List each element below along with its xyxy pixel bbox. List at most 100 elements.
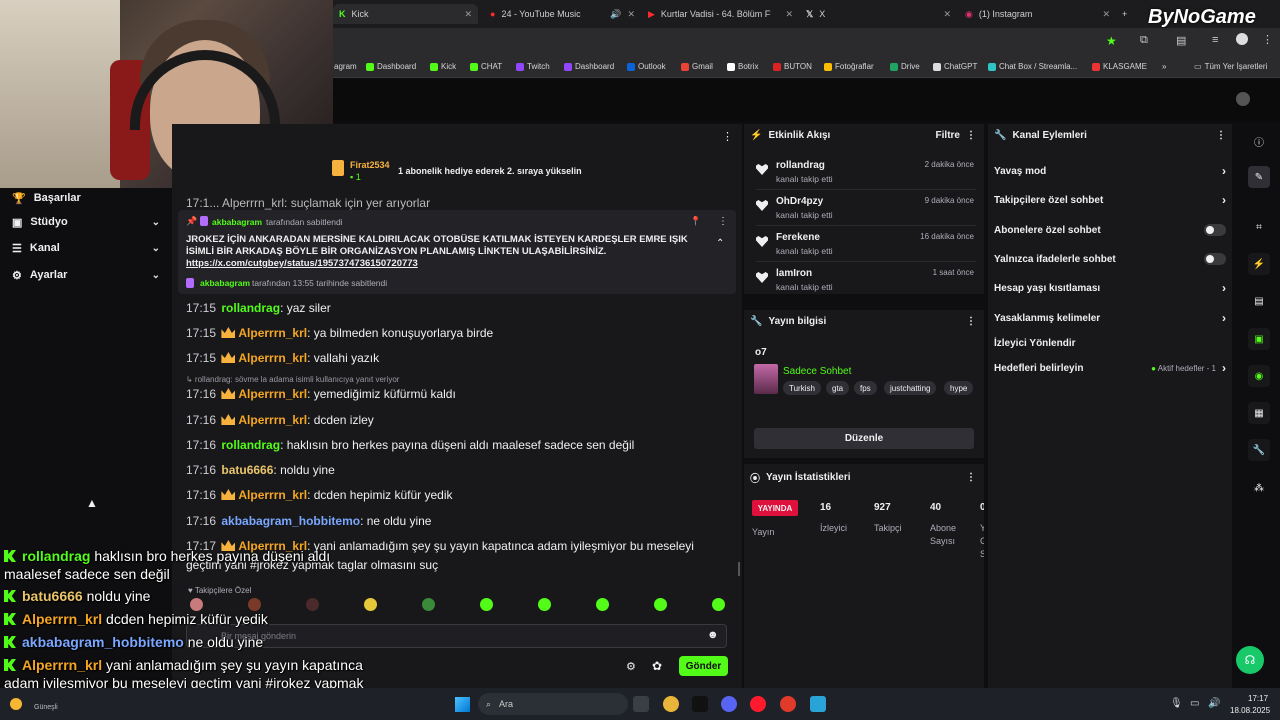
taskbar-search[interactable]: ⌕ Ara [478,693,628,715]
bookmark-item[interactable]: Twitch [516,62,550,71]
opera-icon[interactable] [750,696,766,712]
tab-youtube-music[interactable]: ● 24 - YouTube Music 🔊 ✕ [490,4,635,24]
chat-message[interactable]: 17:16 Alperrrn_krl: yemediğimiz küfürmü … [186,387,731,401]
capcut-icon[interactable] [692,696,708,712]
chat-username[interactable]: Alperrrn_krl [238,351,307,365]
windows-start-icon[interactable] [455,697,470,712]
tab-kick[interactable]: K Kick ✕ [333,4,478,24]
emoji-icon[interactable]: ☻ [707,629,719,641]
more-icon[interactable]: ⋮ [966,130,976,141]
activity-item[interactable]: rollandrag kanalı takip etti 2 dakika önce [756,158,976,190]
bookmark-item[interactable]: Dashboard [564,62,614,71]
chat-message[interactable]: 17:16 Alperrrn_krl: dcden izley [186,413,731,427]
chrome-icon[interactable] [663,696,679,712]
set-goals-action[interactable]: Hedefleri belirleyin ● Aktif hedefler - … [994,359,1226,377]
gift-cta[interactable]: 1 abonelik hediye ederek 2. sıraya yükse… [398,166,582,176]
chat-scrollbar[interactable] [738,562,740,576]
chat-message[interactable]: 17:16 Alperrrn_krl: dcden hepimiz küfür … [186,488,731,502]
all-bookmarks[interactable]: ▭ Tüm Yer İşaretleri [1194,62,1267,71]
app-icon[interactable] [810,696,826,712]
chat-username[interactable]: Alperrrn_krl [238,413,307,427]
emote-icon[interactable] [480,598,493,611]
bookmark-item[interactable]: BUTON [773,62,812,71]
tab-kurtlar-vadisi[interactable]: ▶ Kurtlar Vadisi - 64. Bölüm FULL ✕ [648,4,793,24]
slow-mode-action[interactable]: Yavaş mod › [994,162,1226,180]
chat-message[interactable]: 17:15 Alperrrn_krl: vallahi yazık [186,351,731,365]
user-avatar[interactable] [1236,92,1250,106]
bookmark-item[interactable]: Chat Box / Streamla... [988,62,1077,71]
chat-message[interactable]: 17:16 rollandrag: haklısın bro herkes pa… [186,438,731,452]
close-icon[interactable]: ✕ [627,9,635,20]
bookmark-item[interactable]: agram [334,62,357,71]
menu-icon[interactable]: ≡ [1212,34,1218,46]
tab-x[interactable]: 𝕏 X ✕ [806,4,951,24]
chat-message[interactable]: 17:15 Alperrrn_krl: ya bilmeden konuşuyo… [186,326,731,340]
bookmark-item[interactable]: Kick [430,62,456,71]
star-icon[interactable]: ★ [1106,34,1117,48]
raid-action[interactable]: İzleyici Yönlendir [994,334,1226,352]
close-icon[interactable]: ✕ [785,9,793,20]
banned-words-action[interactable]: Yasaklanmış kelimeler › [994,309,1226,327]
emote-icon[interactable] [596,598,609,611]
chat-username[interactable]: rollandrag [221,438,280,452]
unpin-icon[interactable]: 📍 [690,216,701,227]
sidebar-item-achievements[interactable]: 🏆 Başarılar [12,188,160,208]
more-icon[interactable]: ⋮ [1216,130,1226,141]
activity-item[interactable]: lamIron kanalı takip etti 1 saat önce [756,266,976,298]
bookmark-item[interactable]: Dashboard [366,62,416,71]
more-icon[interactable]: ⋮ [1262,33,1273,46]
speaker-icon[interactable]: 🔊 [610,9,621,20]
storage-icon[interactable]: ▦ [1248,402,1270,424]
emote-only-toggle[interactable] [1204,253,1226,265]
bookmark-item[interactable]: ChatGPT [933,62,977,71]
pinned-link[interactable]: https://x.com/cutgbey/status/19573747361… [186,258,418,269]
volume-icon[interactable]: 🔊 [1208,698,1220,709]
bookmark-item[interactable]: Drive [890,62,920,71]
activity-item[interactable]: Ferekene kanalı takip etti 16 dakika önce [756,230,976,262]
bolt-icon[interactable]: ⚡ [1248,253,1270,275]
bookmarks-overflow[interactable]: » [1162,62,1166,71]
edit-button[interactable]: Düzenle [754,428,974,449]
app-icon[interactable] [780,696,796,712]
sidebar-item-studio[interactable]: ▣ Stüdyo ⌄ [12,212,160,232]
emote-icon[interactable] [538,598,551,611]
bookmark-item[interactable]: Botrix [727,62,758,71]
clock-date[interactable]: 18.08.2025 [1230,706,1270,715]
discord-icon[interactable] [721,696,737,712]
tab-instagram[interactable]: ◉ (1) Instagram ✕ [965,4,1110,24]
close-icon[interactable]: ✕ [1102,9,1110,20]
chat-username[interactable]: akbabagram_hobbitemo [221,514,360,528]
send-button[interactable]: Gönder [679,656,728,676]
more-icon[interactable]: ⋮ [966,316,976,327]
info-icon[interactable]: ⓘ [1248,130,1270,152]
document-icon[interactable]: ▤ [1248,290,1270,312]
sidebar-item-settings[interactable]: ⚙ Ayarlar ⌄ [12,265,160,285]
bookmark-item[interactable]: CHAT [470,62,502,71]
bookmark-item[interactable]: Gmail [681,62,713,71]
stream-category[interactable]: Sadece Sohbet [783,366,851,377]
emote-picker-icon[interactable]: ✿ [652,659,662,673]
subscribers-only-action[interactable]: Abonelere özel sohbet [994,221,1226,239]
emote-only-action[interactable]: Yalnızca ifadelerle sohbet [994,250,1226,268]
chat-username[interactable]: batu6666 [221,463,273,477]
chat-username[interactable]: rollandrag [221,301,280,315]
account-age-action[interactable]: Hesap yaşı kısıtlaması › [994,279,1226,297]
clock-time[interactable]: 17:17 [1248,694,1268,703]
pencil-icon[interactable]: ✎ [1248,166,1270,188]
network-icon[interactable]: ▭ [1190,698,1199,709]
gear-icon[interactable]: ⚙ [626,660,636,673]
sidebar-item-channel[interactable]: ☰ Kanal ⌄ [12,238,160,258]
emote-icon[interactable] [422,598,435,611]
pinned-menu-icon[interactable]: ⋮ [718,216,728,227]
followers-only-action[interactable]: Takipçilere özel sohbet › [994,191,1226,209]
new-tab-button[interactable]: + [1122,4,1127,24]
share-icon[interactable]: ⁂ [1248,477,1270,499]
task-view-icon[interactable] [633,696,649,712]
chat-message[interactable]: 17:16 batu6666: noldu yine [186,463,731,477]
close-icon[interactable]: ✕ [943,9,951,20]
bookmark-item[interactable]: Fotoğraflar [824,62,874,71]
broadcast-icon[interactable]: ◉ [1248,365,1270,387]
chat-menu-icon[interactable]: ⋮ [722,130,733,143]
close-icon[interactable]: ✕ [464,9,472,20]
bookmark-item[interactable]: Outlook [627,62,666,71]
